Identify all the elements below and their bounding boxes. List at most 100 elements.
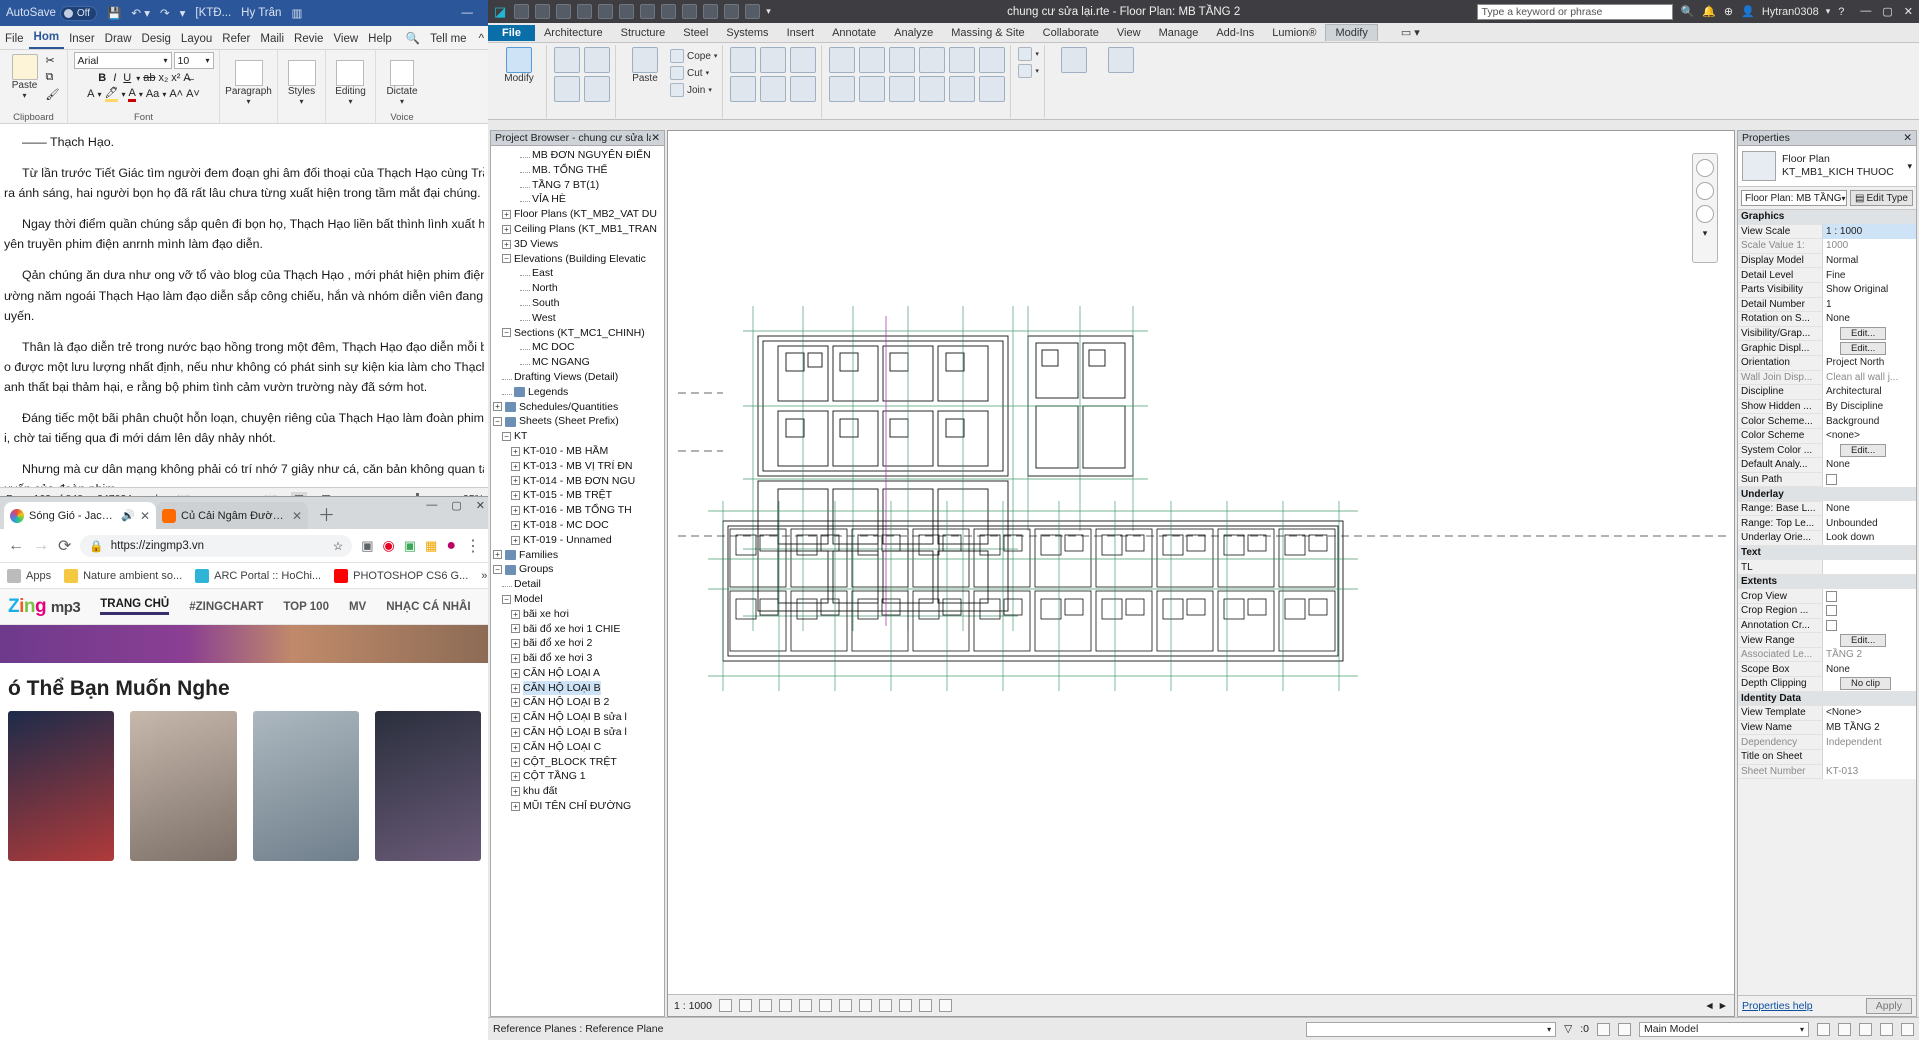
revit-ribbon[interactable]: Modify Paste bbox=[488, 43, 1919, 120]
property-row[interactable]: Scope BoxNone bbox=[1738, 662, 1916, 677]
pin-icon[interactable] bbox=[919, 76, 945, 102]
select-pinned-icon[interactable] bbox=[1859, 1023, 1872, 1036]
select-underlay-icon[interactable] bbox=[1838, 1023, 1851, 1036]
expand-icon[interactable]: + bbox=[493, 402, 502, 411]
property-value[interactable]: None bbox=[1822, 458, 1916, 473]
bookmark-nature-ambient[interactable]: Nature ambient so... bbox=[64, 569, 182, 583]
collapse-icon[interactable]: − bbox=[493, 565, 502, 574]
pinterest-icon[interactable]: ◉ bbox=[383, 537, 395, 554]
chrome-window[interactable]: Sóng Gió - Jack, K- 🔊 ✕ Củ Cải Ngâm Đườn… bbox=[0, 496, 490, 1040]
change-case-button[interactable]: Aa bbox=[146, 88, 159, 100]
property-value[interactable]: 1 bbox=[1822, 297, 1916, 312]
array-icon[interactable] bbox=[919, 47, 945, 73]
properties-icon[interactable] bbox=[554, 47, 580, 73]
property-value[interactable] bbox=[1822, 604, 1916, 619]
expand-icon[interactable]: + bbox=[502, 240, 511, 249]
expand-icon[interactable]: + bbox=[511, 506, 520, 515]
property-value[interactable] bbox=[1822, 749, 1916, 764]
select-links-icon[interactable] bbox=[1817, 1023, 1830, 1036]
property-value[interactable]: Architectural bbox=[1822, 385, 1916, 400]
paint-icon[interactable] bbox=[730, 76, 756, 102]
album-card-2[interactable] bbox=[130, 711, 236, 861]
tree-node[interactable]: +CỘT_BLOCK TRỆT bbox=[493, 755, 664, 770]
property-value[interactable]: 1000 bbox=[1822, 239, 1916, 254]
underline-button[interactable]: U bbox=[121, 72, 133, 84]
property-row[interactable]: View NameMB TẦNG 2 bbox=[1738, 721, 1916, 736]
revit-tab-massing-site[interactable]: Massing & Site bbox=[942, 25, 1033, 41]
family-icon[interactable] bbox=[554, 76, 580, 102]
property-row[interactable]: Range: Top Le...Unbounded bbox=[1738, 516, 1916, 531]
highlight-icon[interactable]: 🖊 bbox=[105, 86, 119, 102]
kebab-menu-icon[interactable]: ⋮ bbox=[465, 536, 481, 556]
project-browser-tree[interactable]: MB ĐƠN NGUYÊN ĐIỂNMB. TỔNG THỂTẦNG 7 BT(… bbox=[491, 146, 664, 1016]
tree-node[interactable]: +bãi đổ xe hơi 1 CHIE bbox=[493, 622, 664, 637]
tree-node[interactable]: +Families bbox=[493, 548, 664, 563]
paste-button[interactable]: Paste ▾ bbox=[8, 52, 42, 102]
tree-node[interactable]: MC NGANG bbox=[493, 355, 664, 370]
section-icon[interactable] bbox=[703, 4, 718, 19]
ribbon-display-icon[interactable]: ▥ bbox=[291, 6, 302, 20]
tree-node[interactable]: +KT-019 - Unnamed bbox=[493, 533, 664, 548]
search-icon[interactable]: 🔍 bbox=[401, 28, 425, 49]
expand-icon[interactable]: + bbox=[502, 225, 511, 234]
property-value[interactable]: Clean all wall j... bbox=[1822, 370, 1916, 385]
sync-icon[interactable] bbox=[640, 4, 655, 19]
zing-nav-top100[interactable]: TOP 100 bbox=[283, 601, 329, 613]
property-value[interactable]: No clip bbox=[1822, 677, 1916, 692]
property-value[interactable]: Background bbox=[1822, 414, 1916, 429]
collapse-icon[interactable]: − bbox=[502, 328, 511, 337]
zing-nav-zingchart[interactable]: #ZINGCHART bbox=[189, 601, 263, 613]
chrome-tab-strip[interactable]: Sóng Gió - Jack, K- 🔊 ✕ Củ Cải Ngâm Đườn… bbox=[0, 497, 489, 529]
revit-tab-architecture[interactable]: Architecture bbox=[535, 25, 612, 41]
bookmarks-bar[interactable]: Apps Nature ambient so... ARC Portal :: … bbox=[0, 563, 489, 589]
bookmark-apps[interactable]: Apps bbox=[7, 569, 51, 583]
bell-icon[interactable]: 🔔 bbox=[1702, 5, 1716, 18]
expand-icon[interactable]: + bbox=[493, 550, 502, 559]
property-value[interactable]: Edit... bbox=[1822, 341, 1916, 356]
highlight-dropdown-icon[interactable]: ▾ bbox=[121, 90, 125, 99]
revit-tab-modify[interactable]: Modify bbox=[1325, 24, 1377, 41]
tree-node[interactable]: +CĂN HỘ LOẠI A bbox=[493, 666, 664, 681]
property-row[interactable]: Annotation Cr... bbox=[1738, 619, 1916, 634]
superscript-button[interactable]: x² bbox=[171, 72, 180, 84]
paragraph-button[interactable]: Paragraph ▾ bbox=[221, 58, 276, 108]
tree-node[interactable]: Detail bbox=[493, 577, 664, 592]
cut-geometry-icon[interactable] bbox=[730, 47, 756, 73]
property-row[interactable]: Underlay Orie...Look down bbox=[1738, 531, 1916, 546]
collapse-ribbon-icon[interactable]: ^ bbox=[474, 30, 489, 49]
redo-icon[interactable]: ↷ bbox=[160, 6, 170, 20]
expand-icon[interactable]: + bbox=[511, 536, 520, 545]
text-effects-button[interactable]: A bbox=[87, 88, 94, 100]
align-icon[interactable] bbox=[829, 47, 855, 73]
tree-node[interactable]: +KT-018 - MC DOC bbox=[493, 518, 664, 533]
word-tab-file[interactable]: File bbox=[0, 30, 29, 49]
rotate-icon[interactable] bbox=[859, 76, 885, 102]
tree-node[interactable]: MB. TỔNG THỂ bbox=[493, 163, 664, 178]
property-value[interactable] bbox=[1822, 560, 1916, 575]
property-row[interactable]: Parts VisibilityShow Original bbox=[1738, 283, 1916, 298]
save-icon[interactable]: 💾 bbox=[107, 6, 121, 20]
customize-qat-icon[interactable]: ▾ bbox=[180, 6, 186, 20]
redo-icon[interactable] bbox=[619, 4, 634, 19]
property-value[interactable]: <none> bbox=[1822, 428, 1916, 443]
tree-node[interactable]: +bãi đổ xe hơi 3 bbox=[493, 651, 664, 666]
type-dropdown-icon[interactable]: ▾ bbox=[1907, 161, 1912, 172]
revit-tab-analyze[interactable]: Analyze bbox=[885, 25, 942, 41]
revit-tab-insert[interactable]: Insert bbox=[778, 25, 824, 41]
word-tab-insert[interactable]: Inser bbox=[64, 30, 100, 49]
tree-node[interactable]: +CĂN HỘ LOẠI B sửa l bbox=[493, 710, 664, 725]
split-face-icon[interactable] bbox=[790, 47, 816, 73]
revit-tab-file[interactable]: File bbox=[488, 25, 535, 41]
tree-node[interactable]: +Floor Plans (KT_MB2_VAT DU bbox=[493, 207, 664, 222]
forward-arrow-icon[interactable]: → bbox=[33, 537, 49, 555]
expand-icon[interactable]: + bbox=[511, 624, 520, 633]
revit-tab-lumion[interactable]: Lumion® bbox=[1263, 25, 1325, 41]
analytical-model-icon[interactable] bbox=[919, 999, 932, 1012]
checkbox[interactable] bbox=[1826, 605, 1837, 616]
filter-icon[interactable]: ▽ bbox=[1564, 1023, 1572, 1035]
expand-icon[interactable]: + bbox=[511, 684, 520, 693]
sun-path-icon[interactable] bbox=[759, 999, 772, 1012]
measure-icon[interactable] bbox=[661, 4, 676, 19]
tree-node[interactable]: +Ceiling Plans (KT_MB1_TRAN bbox=[493, 222, 664, 237]
steering-wheel-icon[interactable] bbox=[1696, 159, 1714, 177]
